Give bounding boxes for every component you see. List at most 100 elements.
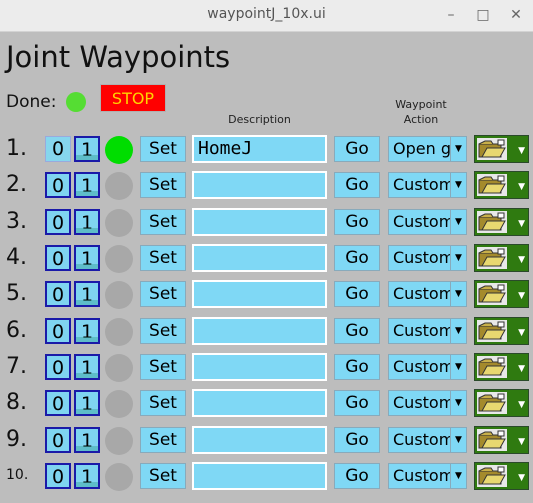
action-value: Custom [393,175,451,194]
chevron-down-icon: ▼ [518,473,525,483]
waypoint-action-select[interactable]: Custom ▼ [388,318,467,344]
waypoint-action-select[interactable]: Custom ▼ [388,172,467,198]
bit-0-button[interactable]: 0 [45,209,71,235]
description-input[interactable] [192,317,327,345]
chevron-down-icon: ▼ [450,173,466,197]
bit-1-shade [76,300,98,305]
description-input[interactable] [192,353,327,381]
bit-0-button[interactable]: 0 [45,136,71,162]
chevron-down-icon: ▼ [450,210,466,234]
bit-0-button[interactable]: 0 [45,390,71,416]
set-button[interactable]: Set [140,172,186,198]
folder-icon [477,320,507,342]
go-button[interactable]: Go [334,463,380,489]
chevron-down-icon: ▼ [518,291,525,301]
bit-1-button[interactable]: 1 [74,209,100,235]
set-button[interactable]: Set [140,390,186,416]
description-input[interactable] [192,462,327,490]
set-button[interactable]: Set [140,427,186,453]
open-file-button[interactable]: ▼ [474,244,529,272]
bit-0-button[interactable]: 0 [45,318,71,344]
bit-0-button[interactable]: 0 [45,281,71,307]
maximize-icon[interactable]: □ [472,4,494,26]
folder-icon [477,211,507,233]
open-file-button[interactable]: ▼ [474,317,529,345]
bit-1-button[interactable]: 1 [74,281,100,307]
set-button[interactable]: Set [140,318,186,344]
go-button[interactable]: Go [334,209,380,235]
chevron-down-icon: ▼ [518,364,525,374]
status-led [105,281,133,309]
waypoint-action-select[interactable]: Custom ▼ [388,245,467,271]
description-input[interactable] [192,280,327,308]
go-button[interactable]: Go [334,354,380,380]
set-button[interactable]: Set [140,463,186,489]
folder-icon [477,247,507,269]
minimize-icon[interactable]: – [440,4,462,26]
bit-1-button[interactable]: 1 [74,136,100,162]
set-button[interactable]: Set [140,281,186,307]
waypoint-action-select[interactable]: Custom ▼ [388,354,467,380]
bit-0-label: 0 [51,284,65,306]
waypoint-action-select[interactable]: Custom ▼ [388,390,467,416]
bit-1-button[interactable]: 1 [74,318,100,344]
bit-0-button[interactable]: 0 [45,245,71,271]
description-input[interactable] [192,208,327,236]
go-button[interactable]: Go [334,427,380,453]
bit-1-button[interactable]: 1 [74,245,100,271]
bit-1-button[interactable]: 1 [74,172,100,198]
status-led [105,209,133,237]
description-input[interactable]: HomeJ [192,135,327,163]
window-titlebar: waypointJ_10x.ui – □ ✕ [0,0,533,32]
open-file-button[interactable]: ▼ [474,389,529,417]
bit-0-label: 0 [51,212,65,234]
bit-0-button[interactable]: 0 [45,172,71,198]
open-file-button[interactable]: ▼ [474,171,529,199]
go-button[interactable]: Go [334,390,380,416]
chevron-down-icon: ▼ [518,400,525,410]
waypoint-action-select[interactable]: Custom ▼ [388,427,467,453]
waypoint-action-select[interactable]: Custom ▼ [388,281,467,307]
go-button[interactable]: Go [334,318,380,344]
description-input[interactable] [192,171,327,199]
chevron-down-icon: ▼ [450,137,466,161]
description-column-header: Description [228,113,291,126]
waypoint-action-select[interactable]: Custom ▼ [388,209,467,235]
close-icon[interactable]: ✕ [505,4,527,26]
bit-0-label: 0 [51,357,65,379]
stop-button[interactable]: STOP [100,84,166,112]
open-file-button[interactable]: ▼ [474,280,529,308]
chevron-down-icon: ▼ [518,146,525,156]
open-file-button[interactable]: ▼ [474,462,529,490]
action-value: Custom [393,284,451,303]
bit-1-button[interactable]: 1 [74,354,100,380]
open-file-button[interactable]: ▼ [474,135,529,163]
bit-0-button[interactable]: 0 [45,427,71,453]
bit-1-button[interactable]: 1 [74,463,100,489]
bit-1-button[interactable]: 1 [74,427,100,453]
status-led [105,427,133,455]
description-input[interactable] [192,244,327,272]
open-file-button[interactable]: ▼ [474,208,529,236]
main-panel: Joint Waypoints Done: STOP Description W… [0,32,533,503]
waypoint-action-select[interactable]: Open g ▼ [388,136,467,162]
go-button[interactable]: Go [334,281,380,307]
set-button[interactable]: Set [140,136,186,162]
set-button[interactable]: Set [140,354,186,380]
bit-1-button[interactable]: 1 [74,390,100,416]
set-button[interactable]: Set [140,209,186,235]
go-button[interactable]: Go [334,172,380,198]
description-input[interactable] [192,389,327,417]
bit-0-button[interactable]: 0 [45,354,71,380]
folder-icon [477,138,507,160]
bit-0-button[interactable]: 0 [45,463,71,489]
chevron-down-icon: ▼ [450,355,466,379]
set-button[interactable]: Set [140,245,186,271]
open-file-button[interactable]: ▼ [474,353,529,381]
description-input[interactable] [192,426,327,454]
waypoint-action-select[interactable]: Custom ▼ [388,463,467,489]
action-column-header-line2: Action [403,113,439,126]
go-button[interactable]: Go [334,245,380,271]
go-button[interactable]: Go [334,136,380,162]
open-file-button[interactable]: ▼ [474,426,529,454]
